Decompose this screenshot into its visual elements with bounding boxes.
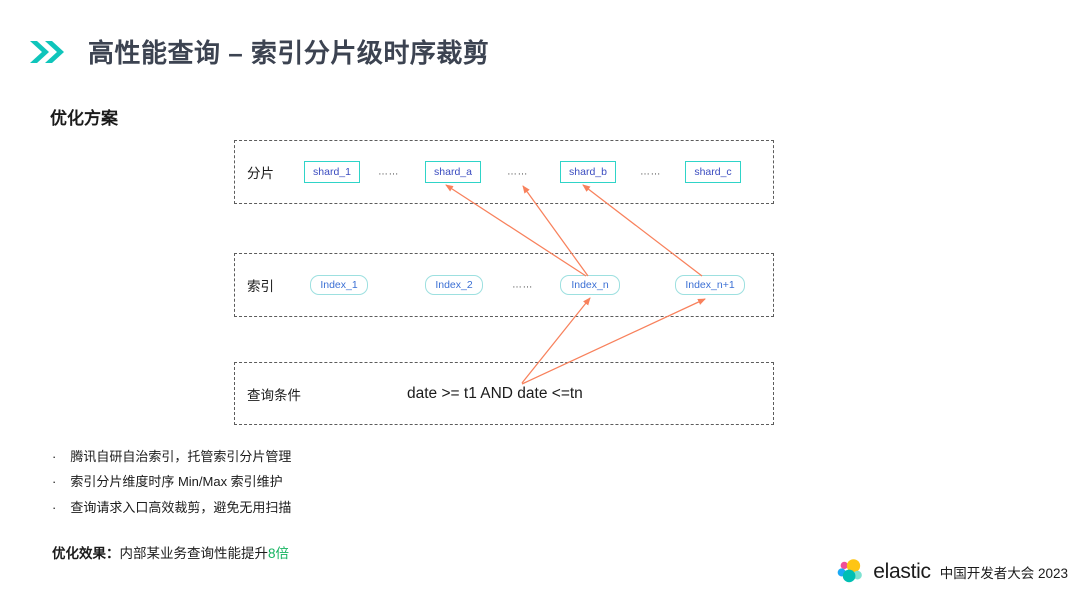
effect-highlight: 8倍 bbox=[268, 546, 290, 561]
page-title-text: 高性能查询 – 索引分片级时序裁剪 bbox=[88, 38, 490, 68]
dots-shard-3: …… bbox=[640, 166, 661, 178]
bullet-text: 索引分片维度时序 Min/Max 索引维护 bbox=[70, 474, 283, 490]
node-index-n: Index_n bbox=[560, 275, 620, 295]
dots-shard-2: …… bbox=[507, 166, 528, 178]
elastic-logo-icon bbox=[837, 559, 863, 583]
band-label-shard: 分片 bbox=[247, 166, 274, 181]
band-label-index: 索引 bbox=[247, 279, 274, 294]
node-index-2: Index_2 bbox=[425, 275, 483, 295]
band-label-query: 查询条件 bbox=[247, 387, 301, 403]
band-index: 索引 Index_1 Index_2 …… Index_n Index_n+1 bbox=[234, 253, 774, 317]
effect-text: 内部某业务查询性能提升 bbox=[119, 546, 269, 561]
list-item: · 索引分片维度时序 Min/Max 索引维护 bbox=[52, 474, 291, 490]
list-item: · 腾讯自研自治索引，托管索引分片管理 bbox=[52, 449, 292, 464]
band-query: 查询条件 date >= t1 AND date <=tn bbox=[234, 362, 774, 425]
node-index-1: Index_1 bbox=[310, 275, 368, 295]
node-shard-a: shard_a bbox=[425, 161, 481, 183]
section-heading: 优化方案 bbox=[50, 109, 118, 128]
architecture-diagram: 分片 shard_1 …… shard_a …… shard_b …… shar… bbox=[234, 140, 774, 425]
dots-index-1: …… bbox=[512, 279, 533, 291]
page-title: 高性能查询 – 索引分片级时序裁剪 bbox=[28, 33, 489, 70]
node-index-n1: Index_n+1 bbox=[675, 275, 745, 295]
effect-label: 优化效果： bbox=[52, 546, 120, 561]
query-expression: date >= t1 AND date <=tn bbox=[407, 384, 583, 402]
bullet-marker-icon: · bbox=[52, 474, 57, 490]
node-shard-b: shard_b bbox=[560, 161, 616, 183]
node-shard-1: shard_1 bbox=[304, 161, 360, 183]
dots-shard-1: …… bbox=[378, 166, 399, 178]
bullet-list: · 腾讯自研自治索引，托管索引分片管理 · 索引分片维度时序 Min/Max 索… bbox=[52, 449, 292, 526]
list-item: · 查询请求入口高效裁剪，避免无用扫描 bbox=[52, 499, 292, 515]
slide-root: 高性能查询 – 索引分片级时序裁剪 优化方案 分片 shard_1 …… sha… bbox=[0, 0, 1080, 608]
optimization-effect: 优化效果：内部某业务查询性能提升8倍 bbox=[52, 542, 289, 562]
elastic-brand-text: elastic bbox=[873, 560, 931, 583]
bullet-text: 腾讯自研自治索引，托管索引分片管理 bbox=[70, 449, 292, 464]
elastic-logo: elastic 中国开发者大会 2023 bbox=[836, 558, 1068, 586]
bullet-marker-icon: · bbox=[52, 499, 57, 515]
bullet-marker-icon: · bbox=[52, 449, 57, 464]
band-shard: 分片 shard_1 …… shard_a …… shard_b …… shar… bbox=[234, 140, 774, 204]
double-chevron-icon bbox=[28, 39, 66, 65]
node-shard-c: shard_c bbox=[685, 161, 741, 183]
elastic-subtitle: 中国开发者大会 2023 bbox=[939, 566, 1068, 581]
bullet-text: 查询请求入口高效裁剪，避免无用扫描 bbox=[70, 499, 292, 515]
